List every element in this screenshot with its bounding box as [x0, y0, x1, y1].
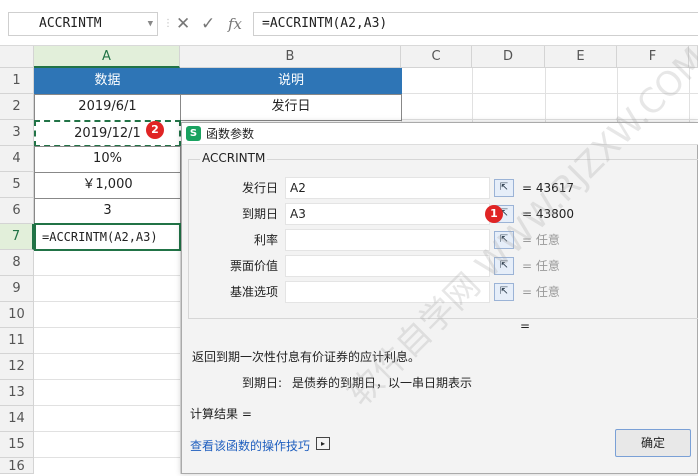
- row-header-3[interactable]: 3: [0, 120, 34, 146]
- param-label-par: 票面价值: [229, 259, 278, 273]
- param-help-label: 到期日:: [242, 376, 283, 390]
- grid-line-g: [689, 68, 690, 122]
- fx-icon[interactable]: fx: [228, 12, 242, 36]
- param-value-par: = 任意: [522, 259, 560, 273]
- param-help-text: 是债券的到期日，以一串日期表示: [292, 376, 473, 390]
- row-header-14[interactable]: 14: [0, 406, 34, 432]
- grid-line-e: [545, 68, 546, 122]
- param-input-maturity[interactable]: A3: [285, 203, 490, 225]
- param-value-maturity: = 43800: [522, 207, 575, 221]
- row-header-1[interactable]: 1: [0, 68, 34, 94]
- column-header-f[interactable]: F: [617, 46, 689, 68]
- column-header-a[interactable]: A: [34, 46, 180, 68]
- help-link[interactable]: 查看该函数的操作技巧: [190, 437, 310, 454]
- param-label-basis: 基准选项: [229, 285, 278, 299]
- dialog-title: 函数参数: [206, 127, 255, 141]
- row-header-16[interactable]: 16: [0, 458, 34, 474]
- row-header-5[interactable]: 5: [0, 172, 34, 198]
- cell-a1[interactable]: 数据: [34, 68, 181, 95]
- close-icon[interactable]: ✕: [176, 12, 190, 36]
- grid-line-f: [617, 68, 618, 122]
- row-header-15[interactable]: 15: [0, 432, 34, 458]
- name-box-value: ACCRINTM: [39, 16, 102, 31]
- grid-line-d: [472, 68, 473, 122]
- param-label-rate: 利率: [253, 233, 278, 247]
- cell-a6[interactable]: 3: [34, 198, 181, 225]
- cell-b1[interactable]: 说明: [180, 68, 402, 95]
- step-badge-2: 2: [146, 121, 164, 139]
- splitter-dots[interactable]: ⋮: [163, 12, 173, 36]
- param-input-basis[interactable]: [285, 281, 490, 303]
- collapse-dialog-icon[interactable]: ⇱: [494, 257, 514, 275]
- collapse-dialog-icon[interactable]: ⇱: [494, 179, 514, 197]
- cell-a2[interactable]: 2019/6/1: [34, 94, 181, 121]
- param-value-settlement: = 43617: [522, 181, 575, 195]
- row-header-12[interactable]: 12: [0, 354, 34, 380]
- param-input-settlement[interactable]: A2: [285, 177, 490, 199]
- param-label-maturity: 到期日: [241, 207, 278, 221]
- cell-a4[interactable]: 10%: [34, 146, 181, 173]
- cell-a7-active[interactable]: =ACCRINTM(A2,A3): [34, 223, 181, 251]
- name-box[interactable]: ACCRINTM ▼: [8, 12, 158, 36]
- row-header-4[interactable]: 4: [0, 146, 34, 172]
- param-label-settlement: 发行日: [241, 181, 278, 195]
- select-all-corner[interactable]: [0, 46, 34, 68]
- total-equals: =: [520, 319, 531, 333]
- function-description: 返回到期一次性付息有价证券的应计利息。: [192, 350, 421, 364]
- function-arguments-dialog: S 函数参数 ACCRINTM 发行日 A2 ⇱ = 43617 到期日 A3 …: [181, 122, 698, 474]
- row-header-2[interactable]: 2: [0, 94, 34, 120]
- row-header-13[interactable]: 13: [0, 380, 34, 406]
- ok-button[interactable]: 确定: [615, 429, 691, 457]
- collapse-dialog-icon[interactable]: ⇱: [494, 283, 514, 301]
- cell-a5[interactable]: ￥1,000: [34, 172, 181, 199]
- row-header-8[interactable]: 8: [0, 250, 34, 276]
- row-header-11[interactable]: 11: [0, 328, 34, 354]
- row-header-10[interactable]: 10: [0, 302, 34, 328]
- row-header-7[interactable]: 7: [0, 224, 34, 250]
- cell-b2[interactable]: 发行日: [180, 94, 402, 121]
- param-value-basis: = 任意: [522, 285, 560, 299]
- param-value-rate: = 任意: [522, 233, 560, 247]
- wps-logo-icon: S: [186, 126, 201, 141]
- param-input-rate[interactable]: [285, 229, 490, 251]
- function-name-label: ACCRINTM: [200, 151, 268, 165]
- param-input-par[interactable]: [285, 255, 490, 277]
- row-header-6[interactable]: 6: [0, 198, 34, 224]
- column-header-b[interactable]: B: [180, 46, 401, 68]
- chevron-down-icon[interactable]: ▼: [148, 13, 153, 35]
- collapse-dialog-icon[interactable]: ⇱: [494, 231, 514, 249]
- step-badge-1: 1: [485, 205, 503, 223]
- calc-result-label: 计算结果 =: [190, 407, 252, 421]
- check-icon[interactable]: ✓: [201, 12, 215, 36]
- row-header-9[interactable]: 9: [0, 276, 34, 302]
- formula-input[interactable]: =ACCRINTM(A2,A3): [253, 12, 698, 36]
- video-icon[interactable]: ▸: [316, 437, 330, 450]
- column-header-partial[interactable]: [689, 46, 698, 68]
- dialog-title-bar[interactable]: S 函数参数: [182, 123, 698, 145]
- column-header-c[interactable]: C: [401, 46, 472, 68]
- column-header-d[interactable]: D: [472, 46, 545, 68]
- column-header-e[interactable]: E: [545, 46, 617, 68]
